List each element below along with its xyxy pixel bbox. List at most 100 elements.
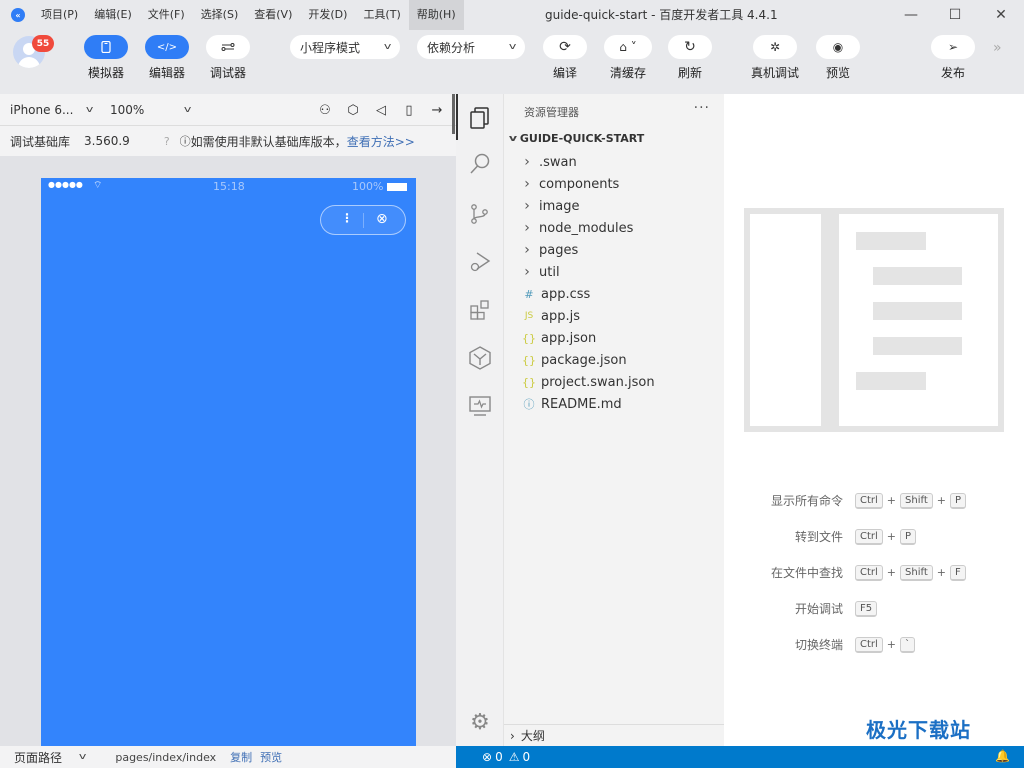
device-select-value: iPhone 6... [10, 103, 74, 117]
key-cap: P [949, 492, 966, 509]
menu-item[interactable]: 文件(F) [140, 0, 193, 30]
plus-separator: + [936, 494, 946, 507]
folder-icon: › [524, 242, 530, 258]
rotate-device-icon[interactable]: ▯ [402, 103, 416, 118]
file-item[interactable]: {} package.json [520, 349, 720, 371]
explorer-title: 资源管理器 [524, 106, 579, 119]
key-cap: Ctrl [855, 528, 883, 545]
clear-cache-button[interactable]: ⌂ ˅ [604, 35, 652, 59]
folder-item[interactable]: › util [520, 261, 720, 283]
remote-debug-button[interactable]: ✲ [753, 35, 797, 59]
maximize-button[interactable]: ☐ [932, 0, 978, 30]
base-lib-help-link[interactable]: 查看方法>> [347, 133, 415, 150]
file-item[interactable]: # app.css [520, 283, 720, 305]
explorer-panel: 资源管理器 ··· v GUIDE-QUICK-START › .swan › com… [504, 94, 724, 746]
clear-cache-label: 清缓存 [609, 66, 646, 80]
menu-item[interactable]: 工具(T) [355, 0, 408, 30]
publish-label: 发布 [940, 66, 965, 80]
warning-icon: ⚠ [508, 750, 520, 764]
shortcut-row: 转到文件 Ctrl + P [724, 528, 917, 545]
preview-path-link[interactable]: 预览 [260, 749, 282, 765]
problems-indicator[interactable]: ⊗ 0 ⚠ 0 [482, 750, 530, 764]
folder-item[interactable]: › .swan [520, 151, 720, 173]
mini-program-capsule: ⋮ ⊗ [320, 205, 406, 235]
eye-icon: ◉ [832, 40, 844, 54]
js-icon: JS [524, 311, 534, 321]
more-menu-icon[interactable]: ⋮ [341, 211, 353, 225]
cube-icon[interactable]: ⬡ [346, 103, 360, 118]
minimize-icon: — [904, 7, 918, 23]
package-icon[interactable] [456, 336, 504, 380]
error-icon: ⊗ [482, 750, 493, 764]
battery-percent: 100% [352, 180, 384, 193]
monitor-icon[interactable] [456, 384, 504, 428]
phone-screen[interactable]: ●●●●● ⌔ 15:18 100% ⋮ ⊗ [41, 178, 416, 746]
editor-placeholder-logo [744, 208, 1004, 432]
json-icon: {} [522, 331, 536, 345]
refresh-label: 刷新 [677, 66, 702, 80]
preview-button[interactable]: ◉ [816, 35, 860, 59]
folder-item[interactable]: › components [520, 173, 720, 195]
key-cap: F [949, 564, 966, 581]
mode-select[interactable]: 小程序模式 v [290, 35, 400, 59]
css-icon: # [524, 287, 534, 301]
copy-path-link[interactable]: 复制 [230, 749, 252, 765]
menu-item[interactable]: 帮助(H) [408, 0, 464, 30]
extensions-icon[interactable] [456, 288, 504, 332]
settings-gear-icon[interactable]: ⚙ [456, 700, 504, 744]
device-select[interactable]: iPhone 6... v [10, 94, 94, 126]
outline-section[interactable]: › 大纲 [504, 724, 724, 746]
file-item[interactable]: JS app.js [520, 305, 720, 327]
tree-item-label: app.js [541, 308, 580, 324]
simulator-scrollbar[interactable] [452, 94, 455, 134]
menu-item[interactable]: 项目(P) [33, 0, 86, 30]
compile-button[interactable]: ⟳ [543, 35, 587, 59]
debugger-toggle[interactable] [206, 35, 250, 59]
key-cap: Shift [900, 492, 933, 509]
simulator-toggle[interactable] [84, 35, 128, 59]
minimize-button[interactable]: — [888, 0, 934, 30]
file-item[interactable]: {} app.json [520, 327, 720, 349]
close-button[interactable]: ✕ [978, 0, 1024, 30]
folder-icon: › [524, 198, 530, 214]
run-debug-icon[interactable] [456, 240, 504, 284]
publish-button[interactable]: ➢ [931, 35, 975, 59]
file-item[interactable]: {} project.swan.json [520, 371, 720, 393]
folder-item[interactable]: › node_modules [520, 217, 720, 239]
simulator-pane: iPhone 6... v 100% v ⚇ ⬡ ◁ ▯ → 调试基础库 3.5… [0, 94, 456, 746]
file-item[interactable]: ⓘ README.md [520, 393, 720, 415]
chevron-down-icon[interactable]: v [79, 752, 86, 762]
folder-item[interactable]: › image [520, 195, 720, 217]
toolbar-overflow-icon[interactable]: » [993, 40, 1002, 56]
base-lib-version[interactable]: 3.560.9 [84, 134, 130, 148]
phone-time: 15:18 [213, 180, 245, 193]
arrow-right-icon[interactable]: → [430, 103, 444, 118]
menu-item[interactable]: 选择(S) [193, 0, 247, 30]
menu-item[interactable]: 编辑(E) [86, 0, 140, 30]
menu-item[interactable]: 开发(D) [300, 0, 355, 30]
menu-item[interactable]: 查看(V) [246, 0, 300, 30]
maximize-icon: ☐ [948, 7, 962, 23]
refresh-button[interactable]: ↻ [668, 35, 712, 59]
search-icon[interactable] [456, 142, 504, 186]
dependency-select[interactable]: 依赖分析 v [417, 35, 525, 59]
activity-bar: ⚙ [456, 94, 504, 746]
source-control-icon[interactable] [456, 192, 504, 236]
close-mini-program-icon[interactable]: ⊗ [376, 211, 388, 227]
editor-toggle[interactable]: </> [145, 35, 189, 59]
zoom-select[interactable]: 100% v [110, 94, 191, 126]
signal-icon: ●●●●● [48, 180, 83, 189]
project-root[interactable]: v GUIDE-QUICK-START [509, 132, 644, 145]
more-actions-icon[interactable]: ··· [694, 100, 710, 116]
json-icon: {} [522, 375, 536, 389]
switch-icon [221, 43, 235, 51]
phone-status-bar: ●●●●● ⌔ 15:18 100% [41, 178, 416, 196]
help-icon[interactable]: ? [164, 135, 170, 148]
explorer-icon[interactable] [456, 96, 504, 140]
speaker-icon[interactable]: ◁ [374, 103, 388, 118]
folder-item[interactable]: › pages [520, 239, 720, 261]
user-icon[interactable]: ⚇ [318, 103, 332, 118]
notification-bell-icon[interactable]: 🔔 [995, 749, 1010, 763]
close-icon: ✕ [995, 7, 1007, 23]
app-logo-icon: « [11, 8, 25, 22]
